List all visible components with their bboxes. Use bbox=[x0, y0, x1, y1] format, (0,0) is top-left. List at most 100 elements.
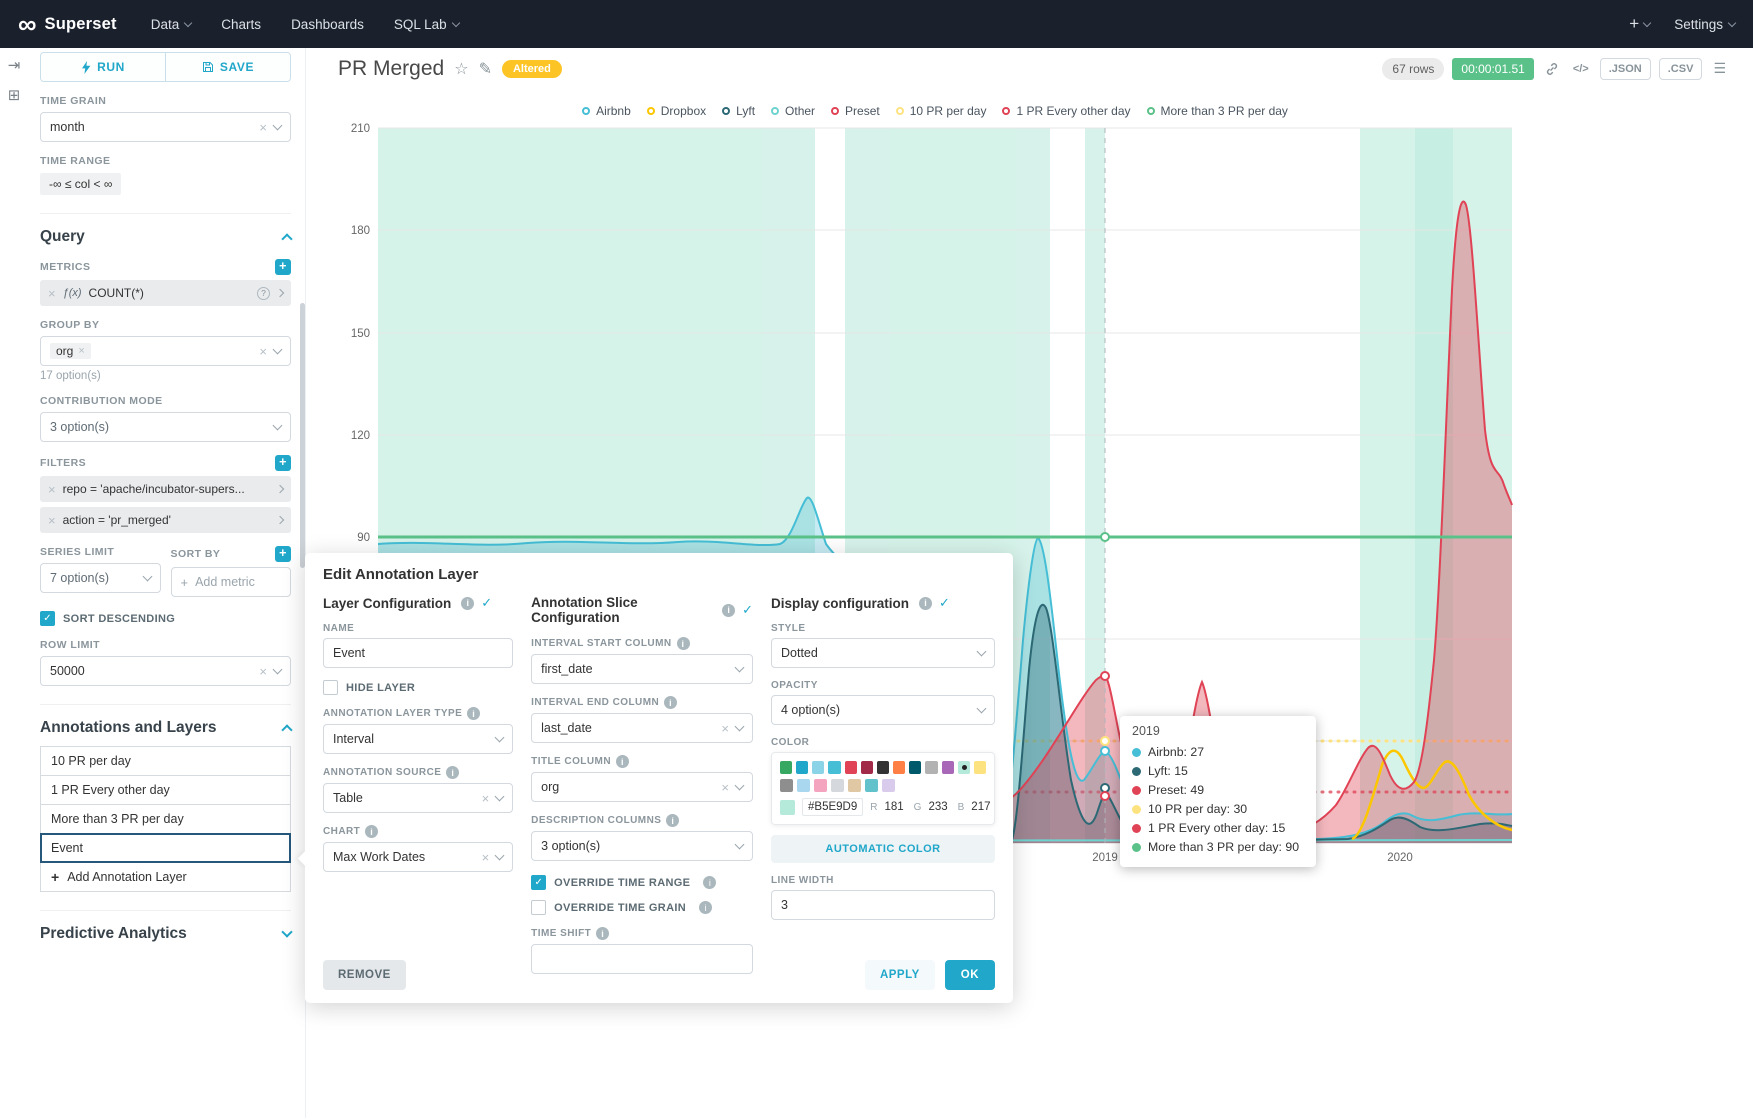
name-input[interactable] bbox=[323, 638, 513, 668]
color-swatch[interactable] bbox=[925, 761, 937, 774]
color-swatch[interactable] bbox=[942, 761, 954, 774]
color-swatch[interactable] bbox=[797, 779, 810, 792]
remove-icon[interactable]: × bbox=[48, 287, 56, 300]
color-swatch[interactable] bbox=[848, 779, 861, 792]
save-button[interactable]: SAVE bbox=[165, 53, 290, 81]
annotation-layer-type-select[interactable]: Interval bbox=[323, 724, 513, 754]
clear-icon[interactable]: × bbox=[721, 781, 729, 794]
override-time-grain-checkbox[interactable]: OVERRIDE TIME GRAIN i bbox=[531, 900, 753, 915]
color-swatch-selected[interactable] bbox=[958, 761, 970, 774]
nav-item-charts[interactable]: Charts bbox=[221, 17, 261, 32]
filter-chip[interactable]: × repo = 'apache/incubator-supers... bbox=[40, 476, 291, 502]
series-limit-select[interactable]: 7 option(s) bbox=[40, 563, 161, 593]
panel-scrollbar[interactable] bbox=[300, 303, 305, 568]
clear-icon[interactable]: × bbox=[259, 345, 267, 358]
add-sort-metric-button[interactable]: + bbox=[275, 546, 291, 562]
remove-annotation-button[interactable]: REMOVE bbox=[323, 960, 406, 990]
contribution-mode-select[interactable]: 3 option(s) bbox=[40, 412, 291, 442]
superset-brand[interactable]: ∞ Superset bbox=[18, 11, 117, 37]
nav-item-sql-lab[interactable]: SQL Lab bbox=[394, 17, 459, 32]
hide-layer-checkbox[interactable]: HIDE LAYER bbox=[323, 680, 513, 695]
apply-button[interactable]: APPLY bbox=[865, 960, 935, 990]
row-limit-select[interactable]: 50000 × bbox=[40, 656, 291, 686]
b-value[interactable]: 217 bbox=[971, 801, 990, 813]
embed-code-icon[interactable]: </> bbox=[1570, 59, 1592, 79]
sort-descending-checkbox[interactable]: ✓ SORT DESCENDING bbox=[40, 611, 291, 626]
new-menu-button[interactable]: + bbox=[1629, 14, 1650, 34]
time-range-chip[interactable]: -∞ ≤ col < ∞ bbox=[40, 173, 121, 195]
color-swatch[interactable] bbox=[909, 761, 921, 774]
group-by-value-chip[interactable]: org× bbox=[50, 343, 91, 359]
legend-item[interactable]: Lyft bbox=[722, 104, 755, 118]
color-swatch[interactable] bbox=[796, 761, 808, 774]
annotation-source-select[interactable]: Table × bbox=[323, 783, 513, 813]
color-swatch[interactable] bbox=[877, 761, 889, 774]
annotation-layer-item[interactable]: 10 PR per day bbox=[40, 746, 291, 776]
interval-start-column-select[interactable]: first_date bbox=[531, 654, 753, 684]
hex-value-field[interactable]: #B5E9D9 bbox=[802, 798, 863, 816]
predictive-section-header[interactable]: Predictive Analytics bbox=[40, 910, 291, 943]
ok-button[interactable]: OK bbox=[945, 960, 995, 990]
clear-icon[interactable]: × bbox=[482, 792, 490, 805]
legend-item[interactable]: Dropbox bbox=[647, 104, 706, 118]
menu-hamburger-icon[interactable]: ☰ bbox=[1710, 56, 1729, 81]
line-width-input[interactable] bbox=[771, 890, 995, 920]
legend-item[interactable]: Airbnb bbox=[582, 104, 631, 118]
group-by-select[interactable]: org× × bbox=[40, 336, 291, 366]
remove-icon[interactable]: × bbox=[48, 514, 56, 527]
query-section-header[interactable]: Query bbox=[40, 213, 291, 246]
color-swatch[interactable] bbox=[828, 761, 840, 774]
legend-item[interactable]: Preset bbox=[831, 104, 880, 118]
sort-by-select[interactable]: + Add metric bbox=[171, 567, 292, 597]
opacity-select[interactable]: 4 option(s) bbox=[771, 695, 995, 725]
remove-icon[interactable]: × bbox=[78, 346, 84, 357]
legend-item[interactable]: More than 3 PR per day bbox=[1147, 104, 1288, 118]
add-annotation-layer-button[interactable]: + Add Annotation Layer bbox=[40, 862, 291, 892]
remove-icon[interactable]: × bbox=[48, 483, 56, 496]
color-swatch[interactable] bbox=[814, 779, 827, 792]
color-swatch[interactable] bbox=[893, 761, 905, 774]
edit-properties-icon[interactable]: ✎ bbox=[479, 59, 492, 79]
color-swatch[interactable] bbox=[845, 761, 857, 774]
clear-icon[interactable]: × bbox=[482, 851, 490, 864]
color-swatch[interactable] bbox=[974, 761, 986, 774]
color-swatch[interactable] bbox=[812, 761, 824, 774]
annotation-layer-item[interactable]: 1 PR Every other day bbox=[40, 775, 291, 805]
time-grain-select[interactable]: month × bbox=[40, 112, 291, 142]
color-swatch[interactable] bbox=[882, 779, 895, 792]
description-columns-select[interactable]: 3 option(s) bbox=[531, 831, 753, 861]
add-filter-button[interactable]: + bbox=[275, 455, 291, 471]
color-swatch[interactable] bbox=[865, 779, 878, 792]
nav-item-data[interactable]: Data bbox=[151, 17, 192, 32]
title-column-select[interactable]: org × bbox=[531, 772, 753, 802]
override-time-range-checkbox[interactable]: ✓ OVERRIDE TIME RANGE i bbox=[531, 875, 753, 890]
altered-badge[interactable]: Altered bbox=[502, 60, 562, 78]
favorite-star-icon[interactable]: ☆ bbox=[454, 59, 468, 79]
legend-item[interactable]: Other bbox=[771, 104, 815, 118]
export-json-button[interactable]: .JSON bbox=[1600, 58, 1651, 80]
annotations-section-header[interactable]: Annotations and Layers bbox=[40, 704, 291, 737]
share-link-icon[interactable] bbox=[1542, 58, 1562, 80]
color-swatch[interactable] bbox=[861, 761, 873, 774]
automatic-color-button[interactable]: AUTOMATIC COLOR bbox=[771, 835, 995, 863]
clear-icon[interactable]: × bbox=[259, 121, 267, 134]
legend-item[interactable]: 1 PR Every other day bbox=[1002, 104, 1130, 118]
collapse-panel-icon[interactable]: ⇥ bbox=[8, 56, 21, 74]
settings-menu-button[interactable]: Settings bbox=[1674, 17, 1735, 32]
add-metric-button[interactable]: + bbox=[275, 259, 291, 275]
annotation-layer-item-selected[interactable]: Event bbox=[40, 833, 291, 863]
chart-select[interactable]: Max Work Dates × bbox=[323, 842, 513, 872]
datasource-grid-icon[interactable]: ⊞ bbox=[8, 86, 21, 104]
filter-chip[interactable]: × action = 'pr_merged' bbox=[40, 507, 291, 533]
style-select[interactable]: Dotted bbox=[771, 638, 995, 668]
color-swatch[interactable] bbox=[831, 779, 844, 792]
metric-chip[interactable]: × ƒ(x) COUNT(*) ? bbox=[40, 280, 291, 306]
export-csv-button[interactable]: .CSV bbox=[1659, 58, 1703, 80]
nav-item-dashboards[interactable]: Dashboards bbox=[291, 17, 364, 32]
g-value[interactable]: 233 bbox=[928, 801, 947, 813]
annotation-layer-item[interactable]: More than 3 PR per day bbox=[40, 804, 291, 834]
clear-icon[interactable]: × bbox=[259, 665, 267, 678]
color-swatch[interactable] bbox=[780, 779, 793, 792]
r-value[interactable]: 181 bbox=[884, 801, 903, 813]
color-swatch[interactable] bbox=[780, 761, 792, 774]
